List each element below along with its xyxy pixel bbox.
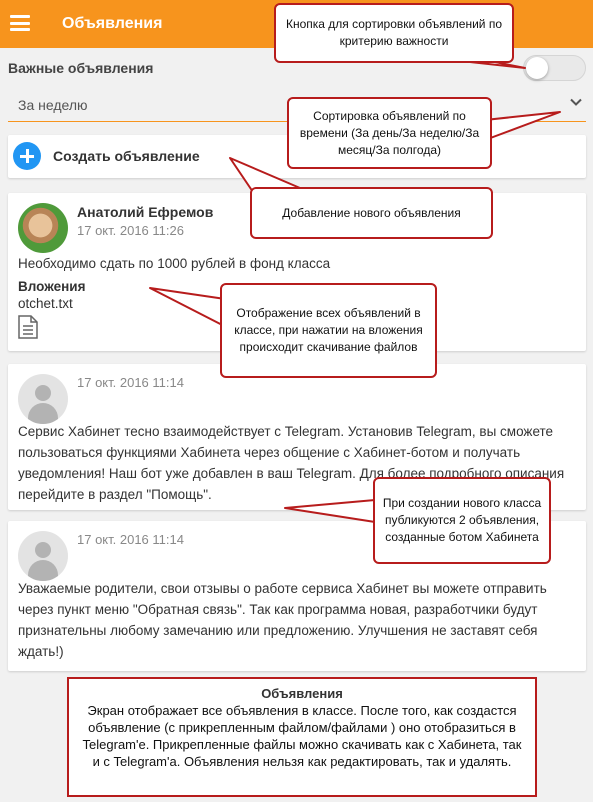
period-select-value: За неделю <box>18 97 88 113</box>
callout-sort-importance: Кнопка для сортировки объявлений по крит… <box>274 3 514 63</box>
callout-show-all: Отображение всех объявлений в классе, пр… <box>220 283 437 378</box>
callout-sort-time: Сортировка объявлений по времени (За ден… <box>287 97 492 169</box>
page-title: Объявления <box>62 15 163 32</box>
callout-publish: При создании нового класса публикуются 2… <box>373 477 551 564</box>
post-text: Уважаемые родители, свои отзывы о работе… <box>18 581 547 659</box>
post-date: 17 окт. 2016 11:26 <box>77 223 184 238</box>
post-date: 17 окт. 2016 11:14 <box>77 532 184 547</box>
avatar-placeholder-icon <box>18 531 68 581</box>
post-text: Необходимо сдать по 1000 рублей в фонд к… <box>18 256 331 271</box>
chevron-down-icon <box>570 98 582 106</box>
attachments-title: Вложения <box>18 279 86 294</box>
menu-icon[interactable] <box>10 15 30 31</box>
post-date: 17 окт. 2016 11:14 <box>77 375 184 390</box>
important-toggle[interactable] <box>523 55 586 81</box>
summary-box: Объявления Экран отображает все объявлен… <box>67 677 537 797</box>
avatar <box>18 203 68 253</box>
plus-icon <box>13 142 41 170</box>
summary-title: Объявления <box>261 686 343 701</box>
avatar-placeholder-icon <box>18 374 68 424</box>
important-toggle-label: Важные объявления <box>8 60 154 76</box>
post-author: Анатолий Ефремов <box>77 204 214 220</box>
summary-text: Экран отображает все объявления в классе… <box>82 703 522 769</box>
create-announcement-label: Создать объявление <box>53 148 200 164</box>
file-icon[interactable] <box>18 315 38 339</box>
toggle-knob <box>526 57 548 79</box>
attachment-file-link[interactable]: otchet.txt <box>18 296 73 311</box>
callout-create: Добавление нового объявления <box>250 187 493 239</box>
